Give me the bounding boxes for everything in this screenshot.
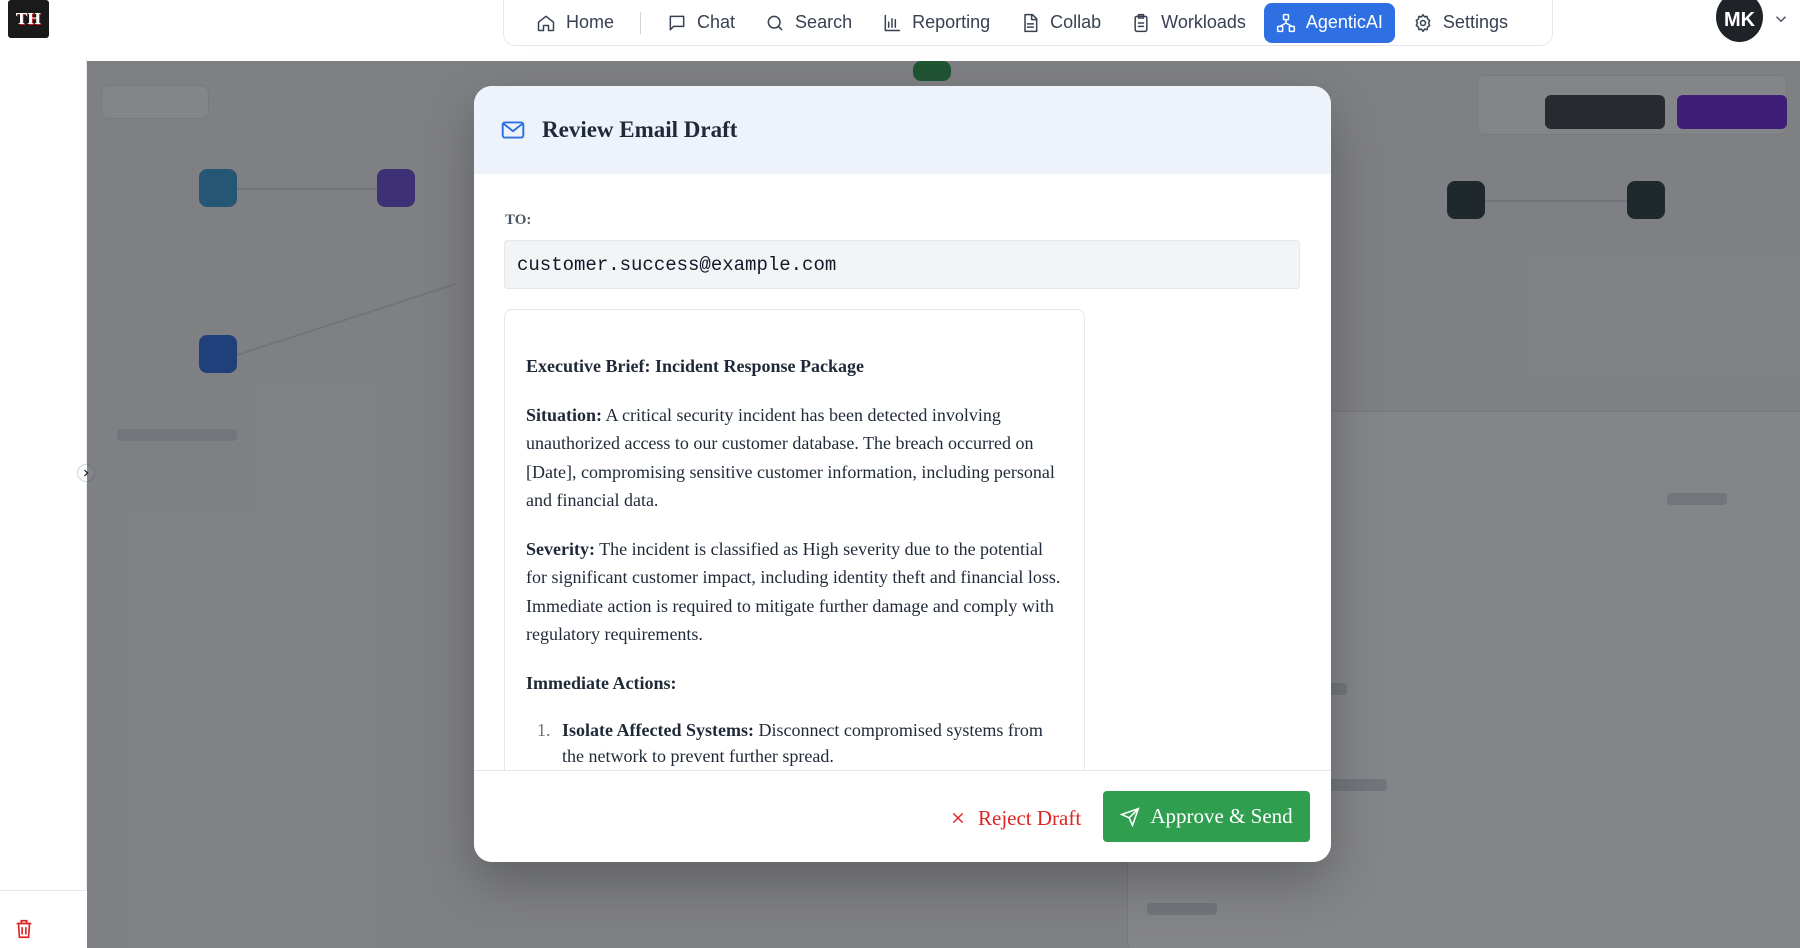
chevron-down-icon[interactable] — [1772, 10, 1790, 28]
nav-item-agenticai[interactable]: AgenticAI — [1263, 2, 1395, 43]
email-heading: Executive Brief: Incident Response Packa… — [526, 356, 864, 376]
app-logo[interactable]: TH — [8, 0, 49, 38]
nav-item-home[interactable]: Home — [524, 3, 626, 43]
network-icon — [1276, 13, 1295, 32]
actions-heading: Immediate Actions: — [526, 672, 677, 693]
situation-paragraph: Situation: A critical security incident … — [526, 404, 1055, 511]
review-email-modal: Review Email Draft TO: customer.success@… — [474, 86, 1331, 862]
search-icon — [767, 15, 783, 30]
nav-item-reporting[interactable]: Reporting — [870, 3, 1002, 43]
nav-item-search[interactable]: Search — [753, 3, 864, 43]
approve-send-button[interactable]: Approve & Send — [1103, 791, 1310, 842]
to-field[interactable]: customer.success@example.com — [504, 240, 1300, 289]
to-label: TO: — [505, 212, 532, 228]
nav-item-chat[interactable]: Chat — [655, 3, 747, 43]
home-icon — [537, 15, 555, 31]
chat-icon — [669, 15, 685, 30]
email-body[interactable]: Executive Brief: Incident Response Packa… — [504, 309, 1085, 789]
send-icon — [1120, 806, 1140, 827]
nav-item-collab[interactable]: Collab — [1008, 3, 1113, 43]
severity-paragraph: Severity: The incident is classified as … — [526, 538, 1061, 645]
modal-header: Review Email Draft — [474, 86, 1331, 174]
document-icon — [1024, 13, 1038, 32]
top-bar: TH Home Chat Search Reporting Collab Wor… — [0, 0, 1800, 61]
reject-draft-button[interactable]: Reject Draft — [934, 793, 1097, 843]
gear-icon — [1415, 13, 1431, 32]
mail-icon — [501, 121, 525, 139]
clipboard-icon — [1134, 13, 1148, 32]
nav-item-workloads[interactable]: Workloads — [1119, 3, 1258, 43]
avatar[interactable]: MK — [1716, 0, 1763, 42]
main-nav: Home Chat Search Reporting Collab Worklo… — [503, 0, 1553, 46]
left-sidebar — [0, 58, 87, 948]
trash-icon[interactable] — [13, 918, 35, 940]
actions-list: 1. Isolate Affected Systems: Disconnect … — [526, 717, 1064, 769]
list-item: 1. Isolate Affected Systems: Disconnect … — [537, 720, 1043, 766]
nav-item-settings[interactable]: Settings — [1401, 3, 1520, 43]
close-icon — [952, 812, 964, 824]
bar-chart-icon — [884, 14, 901, 31]
modal-footer: Reject Draft Approve & Send — [474, 770, 1331, 862]
modal-title: Review Email Draft — [542, 117, 738, 142]
nav-divider — [640, 11, 642, 34]
